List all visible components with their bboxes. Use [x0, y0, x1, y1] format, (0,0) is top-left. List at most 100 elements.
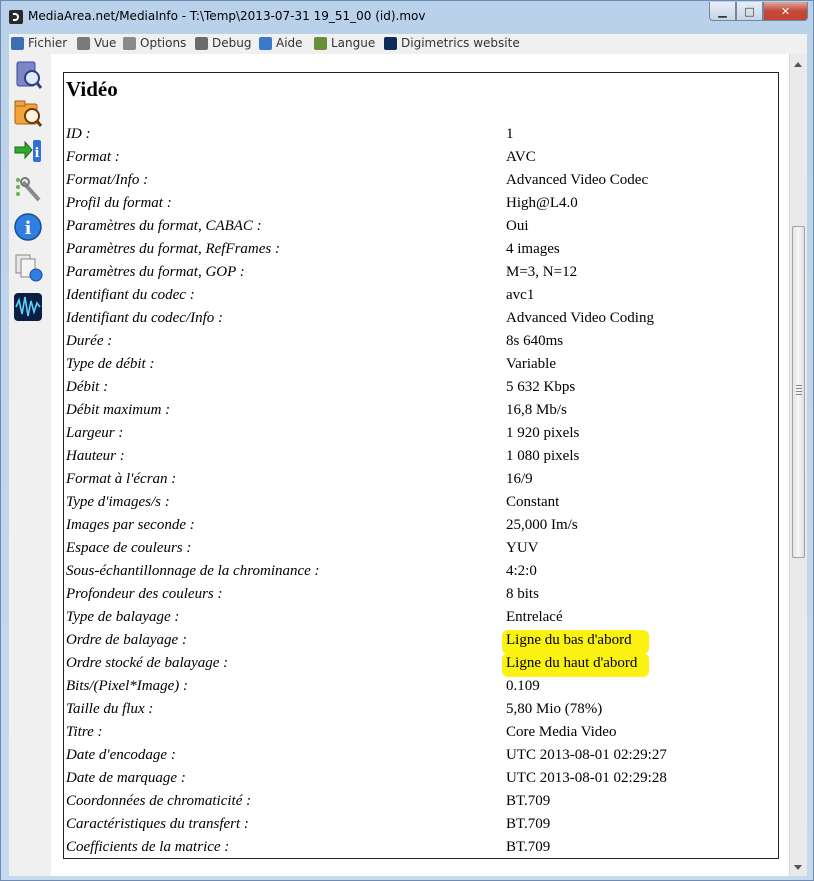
- menu-label: Vue: [94, 36, 117, 50]
- field-value: 16,8 Mb/s: [506, 402, 567, 418]
- menu-debug[interactable]: Debug: [195, 36, 251, 50]
- app-window: MediaArea.net/MediaInfo - T:\Temp\2013-0…: [0, 0, 814, 881]
- field-label: Profil du format :: [66, 195, 172, 211]
- open-file-icon[interactable]: [11, 58, 45, 92]
- field-label: Sous-échantillonnage de la chrominance :: [66, 563, 320, 579]
- info-row: Ordre stocké de balayage : Ligne du haut …: [64, 652, 778, 675]
- field-value: Constant: [506, 494, 560, 510]
- field-label: Durée :: [66, 333, 113, 349]
- field-value: UTC 2013-08-01 02:29:27: [506, 747, 667, 763]
- menu-digimetrics-website[interactable]: Digimetrics website: [384, 36, 520, 50]
- minimize-button[interactable]: ▁: [709, 2, 736, 21]
- info-row: Paramètres du format, RefFrames : 4 image…: [64, 238, 778, 261]
- info-row: Débit : 5 632 Kbps: [64, 376, 778, 399]
- info-row: Bits/(Pixel*Image) : 0.109: [64, 675, 778, 698]
- menu-vue[interactable]: Vue: [77, 36, 116, 50]
- info-row: Format/Info : Advanced Video Codec: [64, 169, 778, 192]
- field-value: 1 920 pixels: [506, 425, 580, 441]
- svg-text:i: i: [35, 146, 40, 161]
- field-value: Ligne du haut d'abord: [506, 655, 638, 671]
- field-label: Taille du flux :: [66, 701, 154, 717]
- title-bar[interactable]: MediaArea.net/MediaInfo - T:\Temp\2013-0…: [1, 1, 813, 31]
- export-icon[interactable]: i: [11, 134, 45, 168]
- help-icon: [259, 36, 272, 50]
- preferences-icon[interactable]: [11, 172, 45, 206]
- field-label: Coordonnées de chromaticité :: [66, 793, 252, 809]
- menu-aide[interactable]: Aide: [259, 36, 303, 50]
- info-row: Profondeur des couleurs : 8 bits: [64, 583, 778, 606]
- open-folder-icon[interactable]: [11, 96, 45, 130]
- field-value: 8 bits: [506, 586, 539, 602]
- vertical-scrollbar[interactable]: [789, 54, 807, 876]
- info-row: Sous-échantillonnage de la chrominance :…: [64, 560, 778, 583]
- menu-bar: Fichier Vue Options Debug Aide Langue Digimetr…: [9, 34, 807, 54]
- digimetrics-icon: [384, 36, 397, 50]
- info-row: Date de marquage : UTC 2013-08-01 02:29:2…: [64, 767, 778, 790]
- field-label: Paramètres du format, CABAC :: [66, 218, 262, 234]
- field-label: Hauteur :: [66, 448, 125, 464]
- info-row: Largeur : 1 920 pixels: [64, 422, 778, 445]
- field-label: Titre :: [66, 724, 103, 740]
- info-view: Vidéo ID : 1 Format : AVC Format/Info : Advan…: [51, 54, 789, 876]
- info-row: Type de balayage : Entrelacé: [64, 606, 778, 629]
- language-icon: [314, 36, 327, 50]
- about-icon[interactable]: i: [11, 210, 45, 244]
- info-row: Hauteur : 1 080 pixels: [64, 445, 778, 468]
- scroll-thumb[interactable]: [792, 226, 805, 558]
- menu-langue[interactable]: Langue: [314, 36, 375, 50]
- info-row: Titre : Core Media Video: [64, 721, 778, 744]
- field-value: YUV: [506, 540, 539, 556]
- field-label: Type d'images/s :: [66, 494, 170, 510]
- client-area: i i Vidéo ID :1 Format : AVC Format/Info : Ad…: [9, 54, 807, 876]
- menu-options[interactable]: Options: [123, 36, 186, 50]
- field-value: Advanced Video Codec: [506, 172, 649, 188]
- field-label: Date de marquage :: [66, 770, 186, 786]
- maximize-button[interactable]: □: [736, 2, 763, 21]
- field-label: Coefficients de la matrice :: [66, 839, 230, 855]
- info-row: Date d'encodage : UTC 2013-08-01 02:29:27: [64, 744, 778, 767]
- field-label: Paramètres du format, RefFrames :: [66, 241, 280, 257]
- grip-line: [796, 391, 802, 392]
- menu-label: Debug: [212, 36, 252, 50]
- field-label: Caractéristiques du transfert :: [66, 816, 249, 832]
- info-row: Type d'images/s : Constant: [64, 491, 778, 514]
- svg-text:i: i: [25, 218, 32, 239]
- window-title: MediaArea.net/MediaInfo - T:\Temp\2013-0…: [28, 9, 426, 23]
- info-row: ID : 1: [64, 123, 778, 146]
- info-frame: Vidéo ID : 1 Format : AVC Format/Info : Advan…: [63, 72, 779, 859]
- window-controls: ▁ □ ✕: [709, 2, 808, 21]
- field-value: 1 080 pixels: [506, 448, 580, 464]
- field-label: Ordre stocké de balayage :: [66, 655, 229, 671]
- field-label: Format à l'écran :: [66, 471, 177, 487]
- scroll-down-arrow-icon[interactable]: [794, 865, 802, 870]
- waveform-icon[interactable]: [11, 290, 45, 324]
- field-value: Ligne du bas d'abord: [506, 632, 632, 648]
- field-value: BT.709: [506, 816, 551, 832]
- field-value: Advanced Video Coding: [506, 310, 654, 326]
- field-label: Identifiant du codec :: [66, 287, 195, 303]
- field-value: 4:2:0: [506, 563, 537, 579]
- copy-icon[interactable]: [11, 250, 45, 284]
- scroll-up-arrow-icon[interactable]: [794, 62, 802, 67]
- info-row: Caractéristiques du transfert : BT.709: [64, 813, 778, 836]
- field-label: Type de balayage :: [66, 609, 180, 625]
- field-value: UTC 2013-08-01 02:29:28: [506, 770, 667, 786]
- menu-label: Aide: [276, 36, 303, 50]
- field-value: 4 images: [506, 241, 560, 257]
- menu-label: Langue: [331, 36, 376, 50]
- info-row: Durée : 8s 640ms: [64, 330, 778, 353]
- grip-line: [796, 394, 802, 395]
- section-heading: Vidéo: [66, 77, 118, 101]
- field-label: Ordre de balayage :: [66, 632, 187, 648]
- info-row: Identifiant du codec : avc1: [64, 284, 778, 307]
- field-value: Core Media Video: [506, 724, 617, 740]
- field-label: Type de débit :: [66, 356, 155, 372]
- menu-label: Digimetrics website: [401, 36, 520, 50]
- field-label: Débit :: [66, 379, 109, 395]
- menu-fichier[interactable]: Fichier: [11, 36, 67, 50]
- info-row: Ordre de balayage : Ligne du bas d'abord: [64, 629, 778, 652]
- close-button[interactable]: ✕: [763, 2, 808, 21]
- mediainfo-app-icon[interactable]: [9, 10, 23, 24]
- field-value: avc1: [506, 287, 535, 303]
- info-row: Format à l'écran : 16/9: [64, 468, 778, 491]
